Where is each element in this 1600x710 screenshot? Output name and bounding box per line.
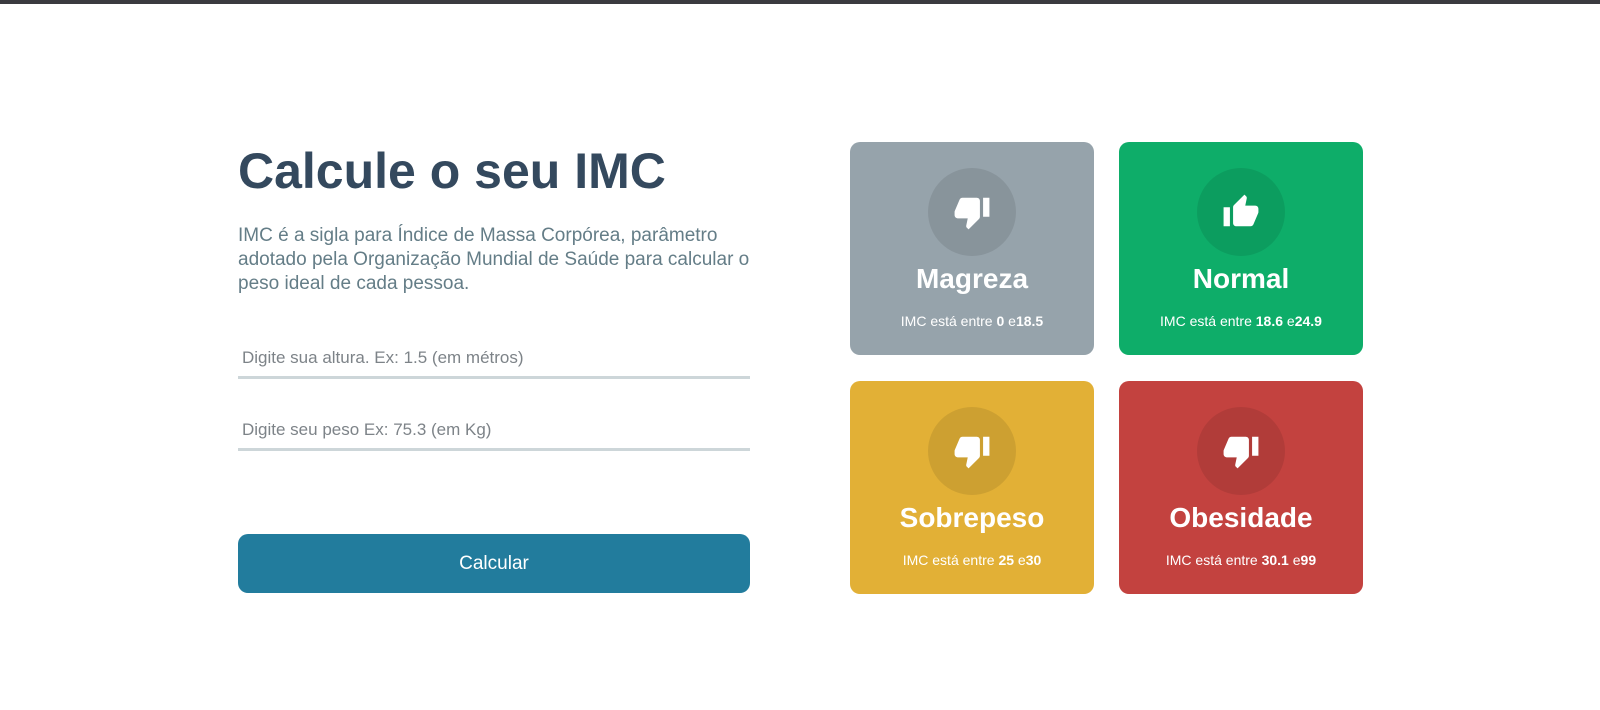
window-top-border xyxy=(0,0,1600,4)
card-normal: Normal IMC está entre 18.6 e24.9 xyxy=(1119,142,1363,355)
page-title: Calcule o seu IMC xyxy=(238,143,666,199)
height-input[interactable] xyxy=(238,339,750,379)
imc-form-section: Calcule o seu IMC IMC é a sigla para Índ… xyxy=(238,142,750,593)
imc-categories-grid: Magreza IMC está entre 0 e18.5 Normal IM… xyxy=(850,142,1363,594)
card-sobrepeso: Sobrepeso IMC está entre 25 e30 xyxy=(850,381,1094,594)
weight-input[interactable] xyxy=(238,411,750,451)
card-range: IMC está entre 18.6 e24.9 xyxy=(1160,313,1322,329)
thumbs-up-icon xyxy=(1197,168,1285,256)
card-range: IMC está entre 30.1 e99 xyxy=(1165,552,1317,568)
thumbs-down-icon xyxy=(928,168,1016,256)
page-description: IMC é a sigla para Índice de Massa Corpó… xyxy=(238,225,750,294)
card-title: Obesidade xyxy=(1169,502,1313,533)
card-title: Normal xyxy=(1192,263,1290,294)
card-title: Sobrepeso xyxy=(899,502,1045,533)
calculate-button[interactable]: Calcular xyxy=(238,534,750,593)
thumbs-down-icon xyxy=(928,407,1016,495)
card-title: Magreza xyxy=(915,263,1029,294)
card-range: IMC está entre 0 e18.5 xyxy=(900,313,1044,329)
card-range: IMC está entre 25 e30 xyxy=(902,552,1042,568)
thumbs-down-icon xyxy=(1197,407,1285,495)
card-magreza: Magreza IMC está entre 0 e18.5 xyxy=(850,142,1094,355)
card-obesidade: Obesidade IMC está entre 30.1 e99 xyxy=(1119,381,1363,594)
